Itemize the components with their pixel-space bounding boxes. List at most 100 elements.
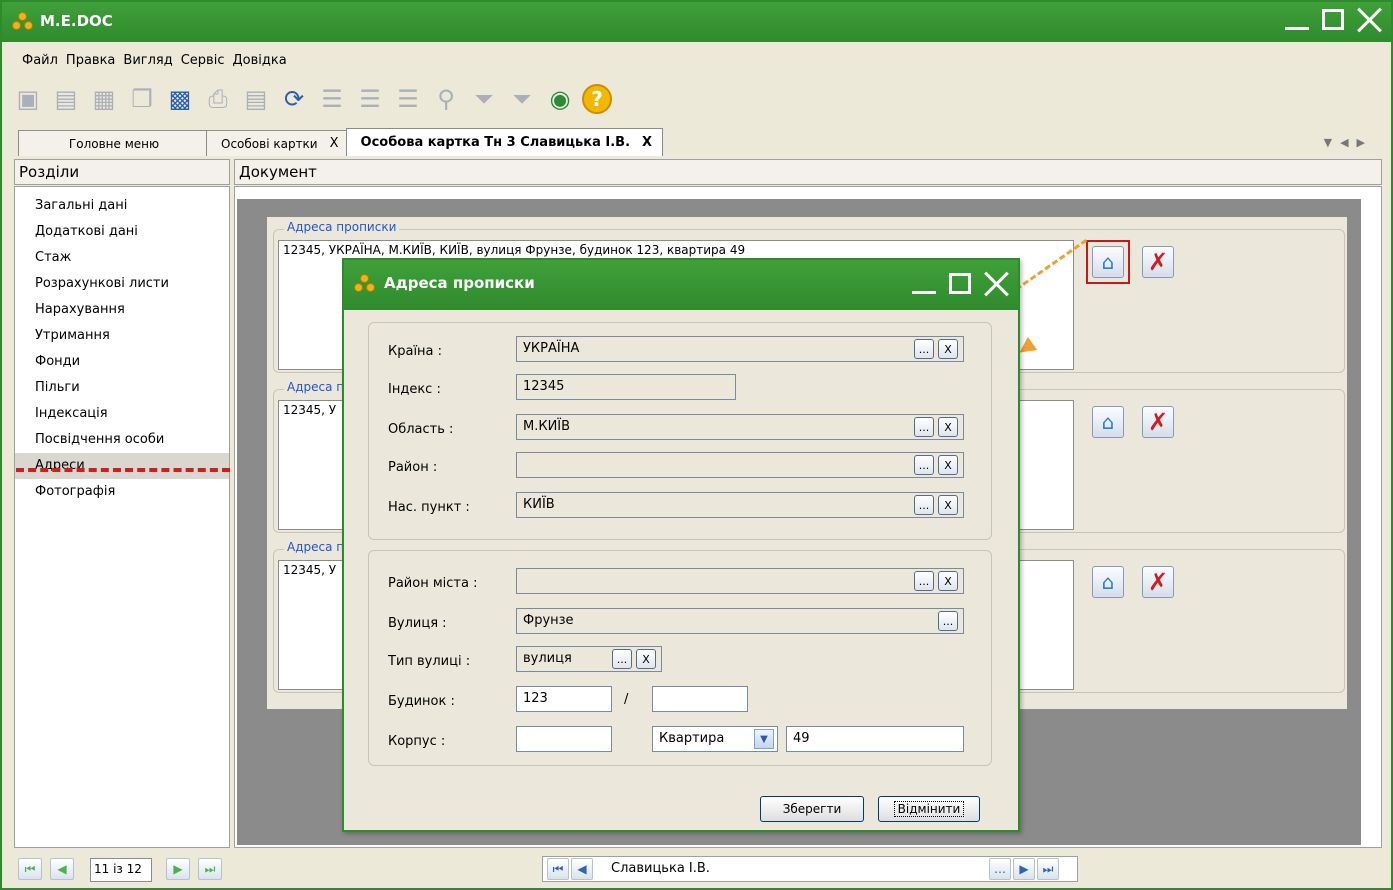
tab-main-menu[interactable]: Головне меню bbox=[18, 130, 210, 156]
clear-button[interactable]: X bbox=[938, 495, 958, 515]
index-label: Індекс : bbox=[388, 382, 441, 397]
title-bar: M.E.DOC bbox=[2, 2, 1391, 42]
clear-button[interactable]: X bbox=[938, 417, 958, 437]
delete-document-icon[interactable]: ▦ bbox=[88, 83, 120, 115]
clear-button[interactable]: X bbox=[938, 455, 958, 475]
district-field[interactable] bbox=[516, 452, 964, 478]
clear-filter-icon[interactable]: ⏷ bbox=[506, 83, 538, 115]
status-bar: ⏮ ◀ 11 із 12 ▶ ⏭ ⏮ ◀ Славицька І.В. … ▶ … bbox=[14, 852, 1382, 886]
close-icon[interactable]: X bbox=[330, 136, 339, 151]
next-record-icon[interactable]: ▶ bbox=[166, 858, 190, 880]
edit-address-button[interactable]: ⌂ bbox=[1092, 566, 1124, 598]
edit-address-button[interactable]: ⌂ bbox=[1092, 406, 1124, 438]
close-icon[interactable]: X bbox=[642, 135, 652, 150]
save-icon[interactable]: ▩ bbox=[164, 83, 196, 115]
browse-button[interactable]: ... bbox=[914, 571, 934, 591]
app-logo-icon bbox=[12, 12, 34, 32]
tab-scroll-icon[interactable]: ▼◀▶ bbox=[1324, 136, 1373, 149]
last-record-icon[interactable]: ⏭ bbox=[198, 858, 222, 880]
menu-help[interactable]: Довідка bbox=[232, 53, 286, 68]
cancel-button[interactable]: Відмінити bbox=[878, 796, 980, 822]
cancel-label: Відмінити bbox=[893, 801, 965, 817]
sidebar-item-additional[interactable]: Додаткові дані bbox=[15, 219, 229, 245]
menu-service[interactable]: Сервіс bbox=[181, 53, 225, 68]
menu-edit[interactable]: Правка bbox=[66, 53, 115, 68]
region-field[interactable]: М.КИЇВ bbox=[516, 414, 964, 440]
sidebar-item-general[interactable]: Загальні дані bbox=[15, 193, 229, 219]
delete-address-button[interactable]: ✗ bbox=[1142, 246, 1174, 278]
sidebar-item-photo[interactable]: Фотографія bbox=[15, 479, 229, 505]
dialog-title: Адреса прописки bbox=[384, 274, 535, 292]
help-icon[interactable]: ? bbox=[582, 84, 612, 114]
tab-label: Особові картки bbox=[221, 136, 318, 151]
prev-person-icon[interactable]: ◀ bbox=[571, 858, 593, 880]
street-label: Вулиця : bbox=[388, 616, 447, 631]
clear-button[interactable]: X bbox=[636, 649, 656, 669]
browse-button[interactable]: ... bbox=[612, 649, 632, 669]
sidebar-item-benefits[interactable]: Пільги bbox=[15, 375, 229, 401]
open-document-icon[interactable]: ▤ bbox=[50, 83, 82, 115]
house-field[interactable]: 123 bbox=[516, 686, 612, 712]
save-button[interactable]: Зберегти bbox=[760, 796, 864, 822]
house-fraction-field[interactable] bbox=[652, 686, 748, 712]
find-icon[interactable]: ⚲ bbox=[430, 83, 462, 115]
settlement-field[interactable]: КИЇВ bbox=[516, 492, 964, 518]
city-district-field[interactable] bbox=[516, 568, 964, 594]
sidebar-item-accruals[interactable]: Нарахування bbox=[15, 297, 229, 323]
edit-row-icon[interactable]: ☰ bbox=[354, 83, 386, 115]
clear-button[interactable]: X bbox=[938, 571, 958, 591]
browse-button[interactable]: ... bbox=[914, 455, 934, 475]
maximize-button[interactable] bbox=[946, 270, 974, 298]
browse-button[interactable]: ... bbox=[914, 495, 934, 515]
tab-label: Головне меню bbox=[68, 136, 160, 151]
minimize-button[interactable] bbox=[910, 270, 938, 298]
menu-view[interactable]: Вигляд bbox=[123, 53, 172, 68]
sidebar-item-payslips[interactable]: Розрахункові листи bbox=[15, 271, 229, 297]
index-field[interactable]: 12345 bbox=[516, 374, 736, 400]
last-person-icon[interactable]: ⏭ bbox=[1037, 858, 1059, 880]
delete-address-button[interactable]: ✗ bbox=[1142, 566, 1174, 598]
filter-icon[interactable]: ⏷ bbox=[468, 83, 500, 115]
tab-personal-cards[interactable]: Особові картки X bbox=[206, 130, 350, 156]
sidebar-item-identity[interactable]: Посвідчення особи bbox=[15, 427, 229, 453]
close-button[interactable] bbox=[1355, 6, 1383, 34]
browse-person-icon[interactable]: … bbox=[989, 858, 1011, 880]
browse-button[interactable]: ... bbox=[914, 417, 934, 437]
maximize-button[interactable] bbox=[1319, 6, 1347, 34]
menu-file[interactable]: Файл bbox=[22, 53, 58, 68]
new-document-icon[interactable]: ▣ bbox=[12, 83, 44, 115]
sidebar-item-addresses[interactable]: Адреси bbox=[15, 453, 229, 479]
building-field[interactable] bbox=[516, 726, 612, 752]
delete-row-icon[interactable]: ☰ bbox=[392, 83, 424, 115]
browse-button[interactable]: ... bbox=[914, 339, 934, 359]
print-preview-icon[interactable]: ▤ bbox=[240, 83, 272, 115]
first-record-icon[interactable]: ⏮ bbox=[18, 858, 42, 880]
close-button[interactable] bbox=[982, 270, 1010, 298]
sidebar-item-deductions[interactable]: Утримання bbox=[15, 323, 229, 349]
tab-personal-card-active[interactable]: Особова картка Тн 3 Славицька І.В. X bbox=[345, 128, 664, 156]
prev-record-icon[interactable]: ◀ bbox=[50, 858, 74, 880]
add-row-icon[interactable]: ☰ bbox=[316, 83, 348, 115]
street-type-label: Тип вулиці : bbox=[388, 654, 471, 669]
app-title: M.E.DOC bbox=[40, 12, 113, 30]
first-person-icon[interactable]: ⏮ bbox=[547, 858, 569, 880]
delete-icon: ✗ bbox=[1147, 408, 1169, 436]
sidebar-item-funds[interactable]: Фонди bbox=[15, 349, 229, 375]
delete-icon: ✗ bbox=[1147, 248, 1169, 276]
street-field[interactable]: Фрунзе bbox=[516, 608, 964, 634]
country-field[interactable]: УКРАЇНА bbox=[516, 336, 964, 362]
sidebar-item-experience[interactable]: Стаж bbox=[15, 245, 229, 271]
browse-button[interactable]: ... bbox=[938, 611, 958, 631]
copy-document-icon[interactable]: ❐ bbox=[126, 83, 158, 115]
record-counter[interactable]: 11 із 12 bbox=[90, 858, 152, 882]
print-icon[interactable]: ⎙ bbox=[202, 83, 234, 115]
clear-button[interactable]: X bbox=[938, 339, 958, 359]
apartment-field[interactable]: 49 bbox=[786, 726, 964, 752]
refresh-icon[interactable]: ⟳ bbox=[278, 83, 310, 115]
globe-icon[interactable]: ◉ bbox=[544, 83, 576, 115]
minimize-button[interactable] bbox=[1283, 6, 1311, 34]
next-person-icon[interactable]: ▶ bbox=[1013, 858, 1035, 880]
sidebar-item-indexation[interactable]: Індексація bbox=[15, 401, 229, 427]
chevron-down-icon[interactable]: ▼ bbox=[754, 729, 774, 749]
delete-address-button[interactable]: ✗ bbox=[1142, 406, 1174, 438]
